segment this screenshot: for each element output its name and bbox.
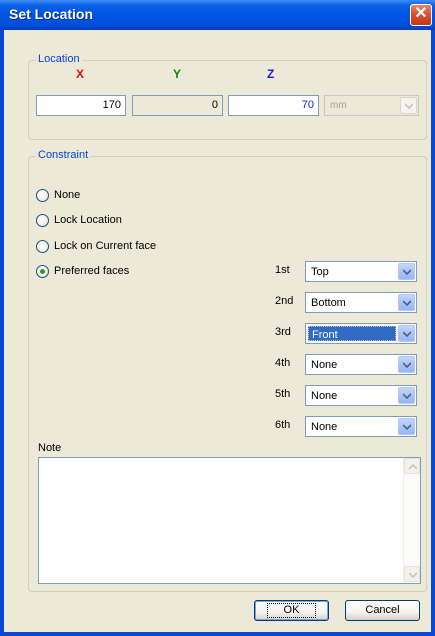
constraint-group-label: Constraint xyxy=(36,149,91,161)
radio-selected-dot xyxy=(40,269,45,274)
face-1st-label: 1st xyxy=(275,264,290,276)
face-1st-select[interactable]: Top xyxy=(305,261,417,282)
face-4th-value: None xyxy=(311,359,338,371)
radio-circle[interactable] xyxy=(36,189,49,202)
chevron-down-icon xyxy=(403,331,411,337)
scroll-up-button[interactable] xyxy=(404,458,420,474)
face-6th-value: None xyxy=(311,421,338,433)
chevron-down-icon xyxy=(409,572,417,578)
face-3rd-value: Front xyxy=(308,326,396,341)
close-button[interactable]: ✕ xyxy=(410,4,432,26)
face-6th-dropdown-button[interactable] xyxy=(398,418,415,435)
cancel-button[interactable]: Cancel xyxy=(345,600,420,621)
face-2nd-select[interactable]: Bottom xyxy=(305,292,417,313)
chevron-up-icon xyxy=(409,464,417,470)
note-scrollbar[interactable] xyxy=(403,458,420,583)
face-6th-select[interactable]: None xyxy=(305,416,417,437)
face-2nd-label: 2nd xyxy=(275,295,294,307)
radio-label: None xyxy=(54,189,81,201)
x-value-field[interactable]: 170 xyxy=(36,95,126,116)
location-group-label: Location xyxy=(36,53,82,65)
y-value-field: 0 xyxy=(132,95,223,116)
face-1st-dropdown-button[interactable] xyxy=(398,263,415,280)
chevron-down-icon xyxy=(403,362,411,368)
window-title: Set Location xyxy=(9,6,94,22)
unit-select: mm xyxy=(324,95,419,116)
close-icon: ✕ xyxy=(414,5,428,22)
face-3rd-select[interactable]: Front xyxy=(305,323,417,344)
face-2nd-value: Bottom xyxy=(311,297,346,309)
cancel-button-label: Cancel xyxy=(365,604,400,616)
chevron-down-icon xyxy=(403,393,411,399)
ok-button-label: OK xyxy=(266,603,317,618)
chevron-down-icon xyxy=(403,300,411,306)
scroll-down-button[interactable] xyxy=(404,566,420,582)
face-4th-label: 4th xyxy=(275,357,291,369)
radio-label: Lock Location xyxy=(54,214,122,226)
face-3rd-label: 3rd xyxy=(275,326,291,338)
radio-circle[interactable] xyxy=(36,214,49,227)
radio-label: Preferred faces xyxy=(54,265,130,277)
z-axis-label: Z xyxy=(267,67,275,81)
y-axis-label: Y xyxy=(173,67,182,81)
face-5th-dropdown-button[interactable] xyxy=(398,387,415,404)
face-5th-select[interactable]: None xyxy=(305,385,417,406)
face-3rd-dropdown-button[interactable] xyxy=(398,325,415,342)
x-axis-label: X xyxy=(76,67,85,81)
ok-button[interactable]: OK xyxy=(254,600,329,621)
face-5th-label: 5th xyxy=(275,388,291,400)
note-textarea[interactable] xyxy=(38,457,421,584)
face-6th-label: 6th xyxy=(275,419,291,431)
title-bar[interactable]: Set Location ✕ xyxy=(0,0,435,30)
radio-circle-selected[interactable] xyxy=(36,265,49,278)
face-2nd-dropdown-button[interactable] xyxy=(398,294,415,311)
face-4th-dropdown-button[interactable] xyxy=(398,356,415,373)
face-5th-value: None xyxy=(311,390,338,402)
face-4th-select[interactable]: None xyxy=(305,354,417,375)
unit-dropdown-button xyxy=(400,97,417,114)
chevron-down-icon xyxy=(405,103,413,109)
face-1st-value: Top xyxy=(311,266,329,278)
radio-label: Lock on Current face xyxy=(54,240,157,252)
unit-value: mm xyxy=(330,100,347,111)
chevron-down-icon xyxy=(403,424,411,430)
chevron-down-icon xyxy=(403,269,411,275)
radio-circle[interactable] xyxy=(36,240,49,253)
z-value-field[interactable]: 70 xyxy=(228,95,319,116)
note-label: Note xyxy=(38,442,62,454)
